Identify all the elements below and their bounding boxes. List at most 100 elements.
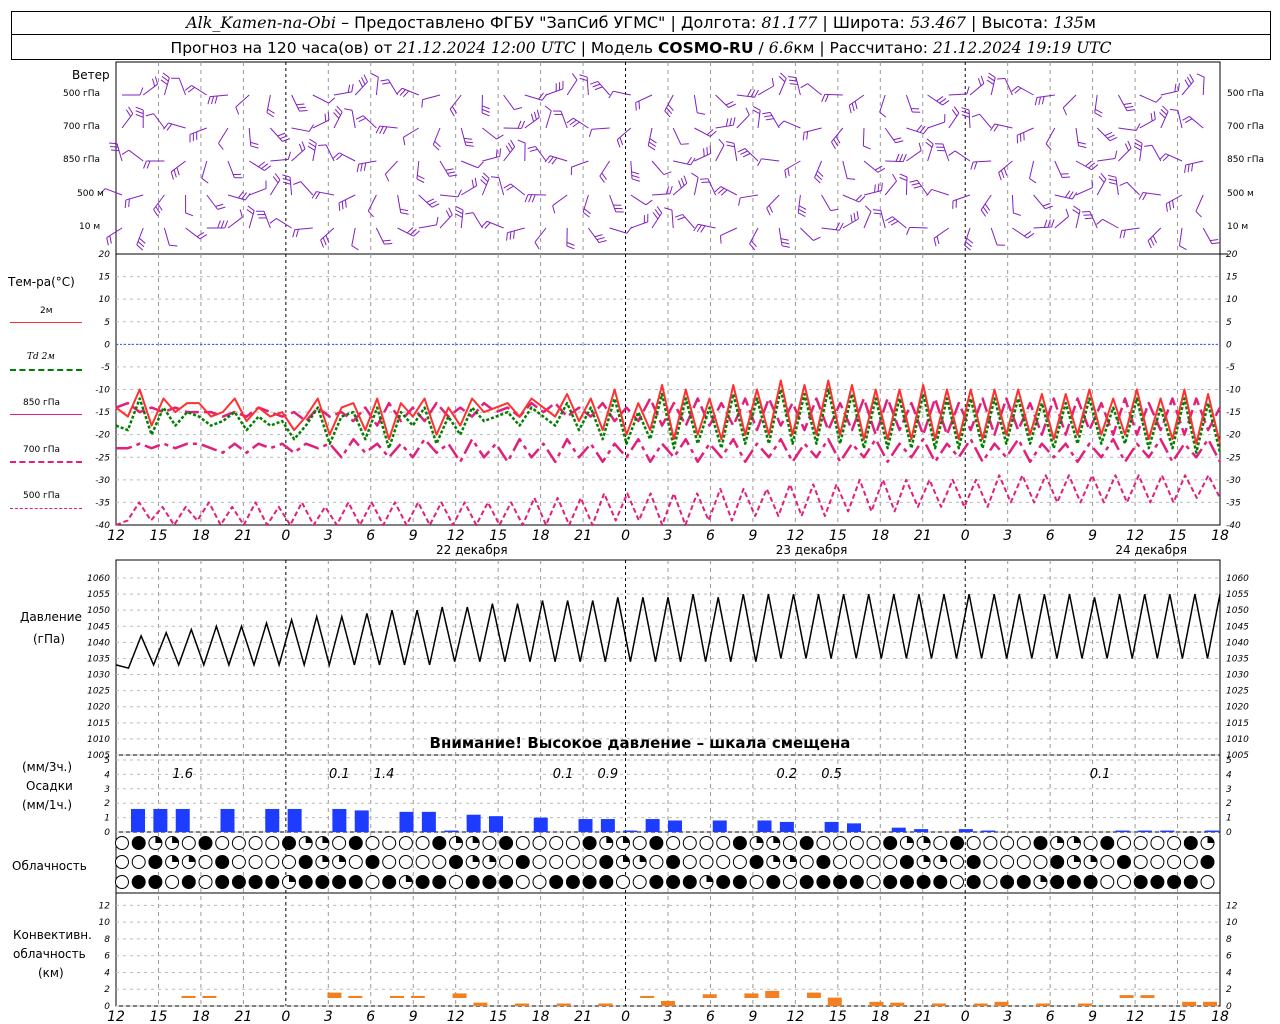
cloud-symbol-partial	[906, 836, 914, 843]
pressure-tick-left: 1020	[87, 703, 110, 713]
wind-barb	[571, 160, 589, 168]
wind-barb-feather	[375, 125, 381, 134]
wind-barb-feather	[953, 106, 960, 114]
wind-barb-feather	[873, 184, 876, 193]
wind-barb-feather	[173, 169, 177, 178]
wind-barb-feather	[951, 109, 958, 117]
time-tick-label-bottom: 18	[532, 1009, 550, 1024]
temp-tick-left: 5	[104, 318, 110, 328]
wind-barb-feather	[830, 208, 839, 212]
wind-barb-feather	[680, 143, 689, 145]
wind-level-700hpa-right: 700 гПа	[1227, 122, 1265, 132]
temp-tick-left: -5	[101, 363, 110, 373]
precip-bar	[175, 808, 190, 832]
wind-barb-feather	[109, 235, 112, 244]
cloud-symbol	[1183, 836, 1198, 850]
conv-bar	[390, 995, 404, 998]
conv-bar	[598, 1003, 613, 1006]
wind-barb	[472, 212, 483, 229]
temp-tick-right: -15	[1226, 408, 1241, 418]
cloud-symbol	[265, 875, 280, 889]
cloud-symbol	[499, 836, 514, 850]
wind-barb-feather	[936, 236, 940, 245]
wind-barb-feather	[341, 201, 344, 210]
temp-tick-left: 20	[99, 250, 111, 260]
wind-barb-feather	[966, 237, 974, 244]
legend-t500-line	[10, 508, 82, 509]
pressure-warning: Внимание! Высокое давление – шкала смеще…	[429, 734, 851, 752]
cloud-symbol	[482, 836, 497, 850]
temp-tick-right: -35	[1226, 498, 1241, 508]
cloud-symbol	[549, 855, 564, 869]
wind-barb-feather	[1073, 205, 1081, 211]
wind-barb	[814, 160, 823, 178]
wind-barb-feather	[853, 212, 856, 221]
wind-barb	[671, 210, 674, 229]
wind-barb	[545, 88, 564, 96]
cloud-symbol	[1000, 875, 1015, 889]
wind-barb-feather	[527, 145, 536, 150]
cloud-symbol-partial	[322, 836, 329, 843]
cloud-symbol	[766, 875, 781, 889]
wind-barb	[1102, 218, 1119, 229]
wind-barb-feather	[370, 73, 379, 78]
cloud-symbol	[649, 875, 664, 889]
cloud-symbol	[482, 875, 497, 889]
wind-barb-feather	[548, 156, 554, 164]
wind-barb-feather	[445, 168, 454, 171]
cloud-symbol	[833, 836, 848, 850]
wind-barb-feather	[649, 138, 657, 144]
wind-barb-feather	[678, 180, 682, 189]
wind-barb-feather	[656, 206, 663, 214]
wind-barb	[312, 94, 330, 104]
wind-barb	[201, 160, 208, 179]
wind-barb-feather	[750, 240, 757, 248]
pressure-tick-right: 1050	[1226, 606, 1249, 616]
precip-bar	[444, 830, 459, 832]
wind-barb	[291, 148, 306, 162]
cloud-symbol	[732, 875, 747, 889]
wind-barb	[116, 143, 123, 162]
wind-barb-feather	[777, 120, 785, 128]
time-tick-label-bottom: 21	[234, 1009, 252, 1024]
wind-barb-feather	[382, 82, 391, 85]
wind-barb-feather	[683, 175, 688, 184]
wind-barb-feather	[765, 118, 774, 121]
wind-barb-feather	[594, 234, 603, 238]
wind-barb-feather	[873, 212, 882, 215]
cloud-symbol-partial	[405, 875, 413, 882]
wind-barb-feather	[1210, 238, 1219, 242]
wind-barb-feather	[138, 237, 146, 244]
wind-barb	[693, 177, 699, 196]
wind-barb	[163, 227, 170, 246]
wind-level-500m-right: 500 м	[1227, 189, 1254, 199]
wind-barb-feather	[1196, 73, 1205, 78]
wind-barb-feather	[1142, 192, 1147, 201]
wind-barb-feather	[272, 176, 279, 184]
wind-barb	[1166, 194, 1183, 205]
cloud-symbol	[833, 875, 848, 889]
wind-barb-feather	[184, 85, 192, 91]
cloud-symbol	[215, 855, 230, 869]
conv-bar	[327, 992, 342, 998]
time-tick-label-bottom: 12	[1126, 1009, 1144, 1024]
cloud-symbol	[849, 875, 864, 889]
wind-barb-feather	[855, 194, 862, 201]
wind-barb	[630, 194, 647, 206]
wind-barb-feather	[740, 150, 748, 155]
wind-level-850hpa: 850 гПа	[63, 155, 101, 165]
cloud-symbol	[315, 875, 330, 889]
cloud-symbol-partial	[923, 855, 931, 862]
cloud-symbol	[866, 875, 881, 889]
precip-bar	[623, 830, 638, 832]
wind-barb-feather	[1085, 160, 1092, 167]
cloud-symbol	[816, 855, 831, 869]
wind-barb-feather	[942, 100, 950, 106]
conv-bar	[202, 995, 217, 998]
time-tick-label: 3	[664, 528, 673, 544]
cloud-symbol-partial	[623, 836, 630, 843]
wind-barb	[968, 109, 971, 129]
wind-barb-feather	[706, 146, 708, 155]
conv-bar	[1203, 1001, 1217, 1006]
wind-barb	[367, 194, 377, 212]
